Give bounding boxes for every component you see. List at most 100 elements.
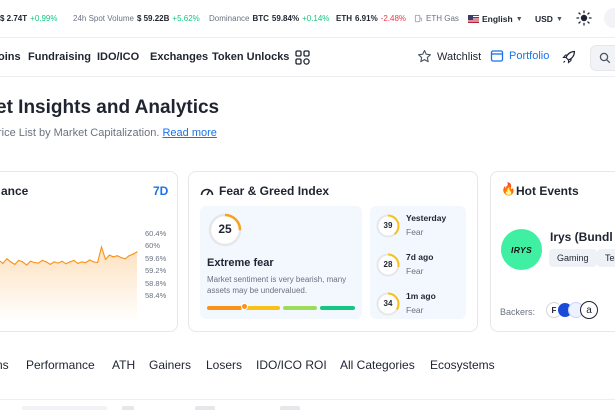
category-tab[interactable]: Losers bbox=[206, 358, 242, 372]
watchlist-button[interactable]: Watchlist bbox=[417, 49, 481, 64]
volume-change: +5.62% bbox=[172, 14, 200, 23]
category-tab[interactable]: Ecosystems bbox=[430, 358, 495, 372]
market-stats-bar: $ 2.74T +0.99% 24h Spot Volume $ 59.22B … bbox=[0, 0, 615, 38]
chart-point bbox=[85, 261, 87, 264]
scale-segment bbox=[244, 306, 280, 310]
chart-point bbox=[89, 259, 91, 261]
dominance-label: Dominance bbox=[209, 14, 250, 23]
volume-label: 24h Spot Volume bbox=[73, 14, 134, 23]
chart-point bbox=[108, 254, 110, 256]
sentiment-scale bbox=[207, 306, 355, 310]
read-more-link[interactable]: Read more bbox=[162, 127, 216, 139]
category-tab[interactable]: All Categories bbox=[340, 358, 415, 372]
nav-item-ido-ico[interactable]: IDO/ICO bbox=[97, 51, 139, 63]
chart-point bbox=[73, 259, 75, 261]
chart-point bbox=[124, 258, 126, 260]
performance-chart bbox=[0, 245, 138, 322]
btc-change: +0.14% bbox=[302, 14, 330, 23]
y-tick-label: 60.4% bbox=[145, 229, 167, 238]
eth-value: 6.91% bbox=[355, 14, 378, 23]
history-value: 34 bbox=[383, 299, 393, 308]
language-label: English bbox=[482, 14, 513, 24]
chart-point bbox=[104, 258, 107, 260]
scale-segment bbox=[207, 306, 242, 310]
irys-logo-text: IRYS bbox=[511, 244, 532, 255]
category-tab[interactable]: ns bbox=[0, 358, 9, 372]
chart-point bbox=[29, 260, 32, 262]
currency-selector[interactable]: USD ▼ bbox=[535, 14, 563, 24]
performance-card-title: ance bbox=[1, 184, 29, 198]
nav-item-exchanges[interactable]: Exchanges bbox=[150, 51, 208, 63]
event-project-name[interactable]: Irys (Bundl bbox=[550, 230, 613, 244]
star-icon bbox=[418, 49, 431, 63]
nav-item-fundraising[interactable]: Fundraising bbox=[28, 51, 91, 63]
rocket-icon[interactable] bbox=[561, 49, 577, 70]
volume-value: $ 59.22B bbox=[136, 14, 170, 23]
history-row: 39 Yesterday Fear bbox=[376, 213, 462, 239]
table-header-cell bbox=[195, 406, 215, 410]
portfolio-button[interactable]: Portfolio bbox=[490, 49, 549, 63]
table-header bbox=[0, 399, 615, 410]
market-cap-value: $ 2.74T bbox=[0, 14, 28, 23]
current-fng-value: 25 bbox=[218, 222, 232, 236]
chevron-down-icon: ▼ bbox=[555, 15, 563, 23]
category-tab[interactable]: Performance bbox=[26, 358, 95, 372]
category-tab[interactable]: IDO/ICO ROI bbox=[256, 358, 327, 372]
watchlist-label: Watchlist bbox=[437, 50, 482, 63]
history-value: 28 bbox=[383, 260, 393, 269]
chart-point bbox=[53, 261, 55, 263]
chart-point bbox=[132, 253, 134, 255]
eth-label: ETH bbox=[336, 14, 352, 23]
search-input[interactable] bbox=[590, 45, 615, 71]
y-tick-label: 58.4% bbox=[145, 291, 167, 300]
history-value: 39 bbox=[383, 221, 393, 230]
fng-description: Market sentiment is very bearish, many a… bbox=[207, 275, 347, 295]
gas-pump-icon bbox=[414, 14, 423, 23]
fear-greed-current: 25 Extreme fear Market sentiment is very… bbox=[200, 206, 362, 319]
current-gauge: 25 bbox=[208, 213, 242, 247]
volume-stat: 24h Spot Volume $ 59.22B +5.62% bbox=[73, 14, 200, 23]
user-menu-button[interactable] bbox=[604, 8, 615, 28]
period-selector[interactable]: 7D bbox=[153, 184, 168, 198]
gauge-icon bbox=[200, 188, 214, 196]
chart-point bbox=[81, 261, 83, 263]
btc-value: 59.84% bbox=[271, 14, 300, 23]
chart-point bbox=[37, 262, 40, 264]
market-cap-stat: $ 2.74T +0.99% bbox=[0, 14, 58, 23]
fire-icon: 🔥 bbox=[501, 182, 516, 196]
chart-point bbox=[77, 262, 79, 264]
fear-greed-history: 39 Yesterday Fear 28 7d ago Fear 34 1m ago Fear bbox=[370, 206, 466, 319]
chart-point bbox=[18, 259, 20, 261]
portfolio-icon bbox=[490, 50, 504, 62]
history-label: Fear bbox=[406, 266, 424, 276]
performance-card: ance 7D 60.4% 60% 59.6% 59.2% 58.8% 58.4% bbox=[0, 171, 178, 332]
chart-point bbox=[65, 263, 67, 265]
event-tag[interactable]: Tes bbox=[597, 249, 615, 267]
y-tick-label: 58.8% bbox=[145, 278, 167, 288]
backer-logo[interactable]: a bbox=[580, 301, 598, 319]
grid-icon[interactable] bbox=[295, 50, 310, 70]
chart-point bbox=[22, 261, 24, 263]
chart-point bbox=[6, 258, 8, 260]
chart-point bbox=[26, 264, 28, 266]
chart-point bbox=[41, 259, 44, 261]
subtitle-text: rice List by Market Capitalization. bbox=[0, 127, 160, 139]
theme-toggle[interactable] bbox=[576, 10, 592, 28]
nav-item-coins[interactable]: oins bbox=[0, 51, 21, 63]
language-selector[interactable]: English ▼ bbox=[468, 14, 523, 24]
nav-item-token-unlocks[interactable]: Token Unlocks bbox=[212, 51, 289, 63]
eth-change: -2.48% bbox=[380, 14, 407, 23]
fear-greed-title: Fear & Greed Index bbox=[219, 184, 330, 198]
category-tab[interactable]: ATH bbox=[112, 358, 135, 372]
backers-list: F a bbox=[546, 301, 598, 319]
category-tab[interactable]: Gainers bbox=[149, 358, 191, 372]
history-gauge: 28 bbox=[376, 253, 400, 277]
eth-gas-stat[interactable]: ETH Gas bbox=[414, 14, 459, 23]
event-tag[interactable]: Gaming bbox=[549, 249, 597, 267]
chart-area-fill bbox=[0, 247, 137, 322]
history-row: 34 1m ago Fear bbox=[376, 291, 462, 317]
history-period: 7d ago bbox=[406, 252, 434, 262]
chart-point bbox=[97, 261, 99, 264]
irys-logo[interactable]: IRYS bbox=[501, 229, 542, 270]
scale-segment bbox=[282, 306, 318, 310]
